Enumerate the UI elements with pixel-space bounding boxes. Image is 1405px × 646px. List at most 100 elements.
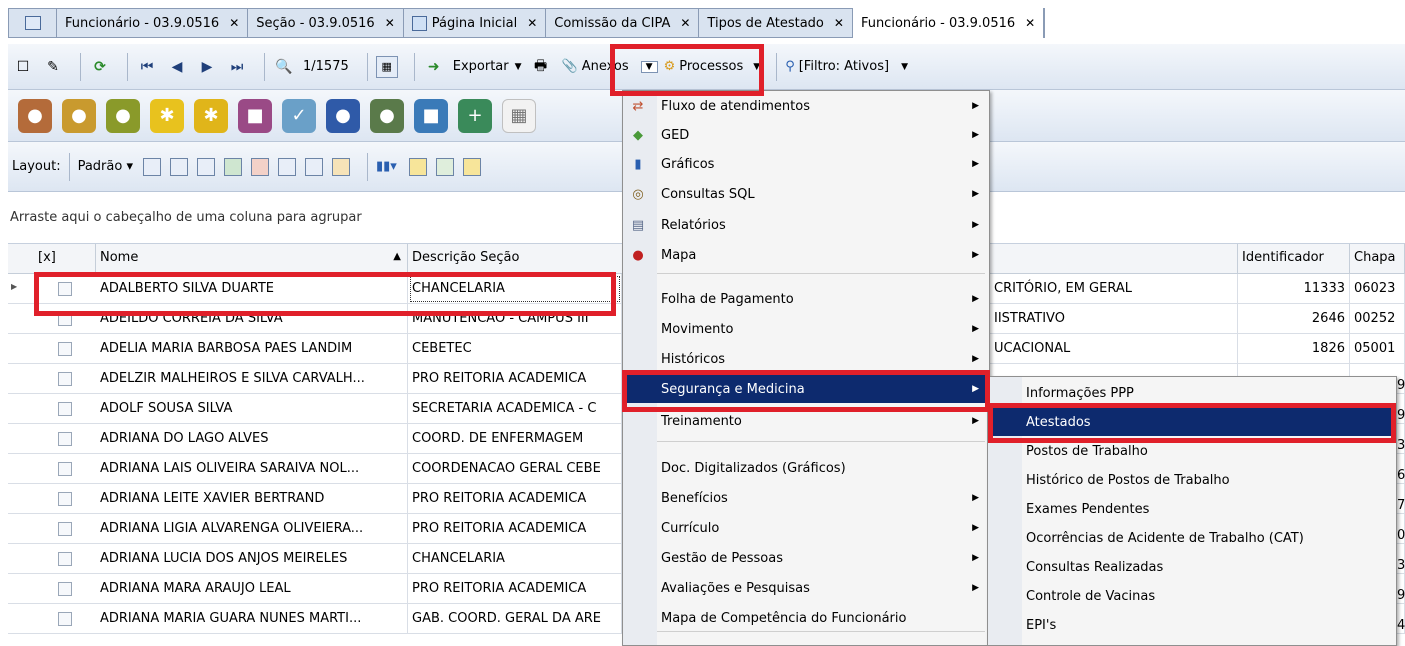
submenu-item-controle-de-vacinas[interactable]: Controle de Vacinas xyxy=(988,582,1396,610)
row-checkbox[interactable] xyxy=(58,402,72,416)
refresh-icon[interactable]: ⟳ xyxy=(89,56,111,78)
submenu-item-atestados[interactable]: Atestados xyxy=(988,408,1396,436)
chevron-down-icon[interactable]: ▼ xyxy=(901,62,908,72)
tab-tipos-atestado[interactable]: Tipos de Atestado ✕ xyxy=(699,9,853,37)
row-checkbox[interactable] xyxy=(58,342,72,356)
close-icon[interactable]: ✕ xyxy=(1025,16,1035,30)
edit-record-icon[interactable]: ✎ xyxy=(42,56,64,78)
menu-item-movimento[interactable]: Movimento ▶ xyxy=(623,315,989,343)
filter-button[interactable]: [Filtro: Ativos] xyxy=(799,59,889,74)
tab-pagina-inicial[interactable]: Página Inicial ✕ xyxy=(404,9,547,37)
layout-export-icon[interactable] xyxy=(251,157,269,176)
tab-comissao-cipa[interactable]: Comissão da CIPA ✕ xyxy=(546,9,700,37)
layout-import-icon[interactable] xyxy=(224,157,242,176)
layout-columns-icon[interactable] xyxy=(197,157,215,176)
row-checkbox[interactable] xyxy=(58,432,72,446)
next-record-icon[interactable]: ▶ xyxy=(196,56,218,78)
menu-item-gestao-de-pessoas[interactable]: Gestão de Pessoas ▶ xyxy=(623,543,989,573)
menu-item-mapa[interactable]: ● Mapa ▶ xyxy=(623,241,989,269)
submenu-item-consultas-realizadas[interactable]: Consultas Realizadas xyxy=(988,553,1396,581)
layout-grid-icon[interactable] xyxy=(170,157,188,176)
row-checkbox[interactable] xyxy=(58,372,72,386)
group-by-hint: Arraste aqui o cabeçalho de uma coluna p… xyxy=(10,210,362,225)
close-icon[interactable]: ✕ xyxy=(680,16,690,30)
menu-item-avaliacoes-e-pesquisas[interactable]: Avaliações e Pesquisas ▶ xyxy=(623,573,989,603)
row-checkbox[interactable] xyxy=(58,582,72,596)
window-list-tab[interactable] xyxy=(9,9,57,37)
view-detail-icon[interactable] xyxy=(462,157,481,176)
row-checkbox[interactable] xyxy=(58,612,72,626)
column-header-chapa[interactable]: Chapa xyxy=(1350,244,1405,274)
menu-item-historicos[interactable]: Históricos ▶ xyxy=(623,345,989,373)
calendar-icon[interactable]: ▦ xyxy=(502,98,536,133)
submenu-item-historico-de-postos-de-trabalho[interactable]: Histórico de Postos de Trabalho xyxy=(988,466,1396,494)
anexos-dropdown-button[interactable]: ▼ xyxy=(640,60,658,73)
car-icon[interactable]: ● xyxy=(326,98,360,133)
submenu-item-postos-de-trabalho[interactable]: Postos de Trabalho xyxy=(988,437,1396,465)
row-checkbox[interactable] xyxy=(58,312,72,326)
grid-view-icon[interactable]: ▦ xyxy=(375,55,398,78)
new-record-icon[interactable]: ☐ xyxy=(12,56,34,78)
close-icon[interactable]: ✕ xyxy=(229,16,239,30)
row-checkbox[interactable] xyxy=(58,492,72,506)
coins-icon[interactable]: ● xyxy=(62,98,96,133)
tab-secao[interactable]: Seção - 03.9.0516 ✕ xyxy=(248,9,404,37)
monitor-icon[interactable]: ■ xyxy=(414,98,448,133)
row-checkbox[interactable] xyxy=(58,282,72,296)
menu-item-graficos[interactable]: ▮ Gráficos ▶ xyxy=(623,150,989,178)
menu-item-folha-de-pagamento[interactable]: Folha de Pagamento ▶ xyxy=(623,285,989,313)
menu-item-fluxo-de-atendimentos[interactable]: ⇄ Fluxo de atendimentos ▶ xyxy=(623,92,989,120)
menu-item-mapa-de-competencia-do-funcionario[interactable]: Mapa de Competência do Funcionário xyxy=(623,603,989,633)
column-header-identificador[interactable]: Identificador xyxy=(1238,244,1350,274)
submenu-item-informacoes-ppp[interactable]: Informações PPP xyxy=(988,379,1396,407)
row-checkbox[interactable] xyxy=(58,462,72,476)
column-header-select[interactable]: [x] xyxy=(8,244,96,274)
chevron-down-icon[interactable]: ▼ xyxy=(753,62,760,72)
processos-button[interactable]: Processos xyxy=(679,59,743,74)
padrao-dropdown[interactable]: Padrão ▾ xyxy=(78,159,133,174)
last-record-icon[interactable]: ⏭ xyxy=(226,56,248,78)
tab-funcionario-active[interactable]: Funcionário - 03.9.0516 ✕ xyxy=(852,8,1045,38)
submenu-item-ocorrencias-de-acidente-de-trabalho-cat[interactable]: Ocorrências de Acidente de Trabalho (CAT… xyxy=(988,524,1396,552)
view-list-icon[interactable] xyxy=(435,157,454,176)
person-remove-icon[interactable]: ● xyxy=(18,98,52,133)
person-add-icon[interactable]: + xyxy=(458,98,492,133)
menu-item-curriculo[interactable]: Currículo ▶ xyxy=(623,513,989,543)
chevron-down-icon[interactable]: ▼ xyxy=(515,62,522,72)
chart-icon[interactable]: ▮▮▾ xyxy=(376,159,397,174)
export-icon[interactable]: ➜ xyxy=(423,56,445,78)
menu-item-consultas-sql[interactable]: ◎ Consultas SQL ▶ xyxy=(623,180,989,208)
layout-table-icon[interactable] xyxy=(278,157,296,176)
close-icon[interactable]: ✕ xyxy=(385,16,395,30)
previous-record-icon[interactable]: ◀ xyxy=(166,56,188,78)
close-icon[interactable]: ✕ xyxy=(834,16,844,30)
view-card-icon[interactable] xyxy=(408,157,427,176)
menu-item-ged[interactable]: ◆ GED ▶ xyxy=(623,121,989,149)
tab-funcionario-1[interactable]: Funcionário - 03.9.0516 ✕ xyxy=(57,9,249,37)
star-add-icon[interactable]: ✱ xyxy=(194,98,228,133)
row-checkbox[interactable] xyxy=(58,552,72,566)
column-header-nome[interactable]: Nome ▲ xyxy=(96,244,408,274)
find-icon[interactable]: 🔍 xyxy=(273,56,295,78)
first-record-icon[interactable]: ⏮ xyxy=(136,56,158,78)
person-money-icon[interactable]: ● xyxy=(106,98,140,133)
document-check-icon[interactable]: ✓ xyxy=(282,98,316,133)
submenu-item-epi-s[interactable]: EPI's xyxy=(988,611,1396,639)
menu-item-relatorios[interactable]: ▤ Relatórios ▶ xyxy=(623,211,989,239)
close-icon[interactable]: ✕ xyxy=(527,16,537,30)
star-icon[interactable]: ✱ xyxy=(150,98,184,133)
menu-item-treinamento[interactable]: Treinamento ▶ xyxy=(623,407,989,435)
anexos-button[interactable]: 📎 Anexos xyxy=(562,59,629,74)
row-checkbox[interactable] xyxy=(58,522,72,536)
menu-item-beneficios[interactable]: Benefícios ▶ xyxy=(623,483,989,513)
layout-save-icon[interactable] xyxy=(143,157,161,176)
menu-item-seguranca-e-medicina[interactable]: Segurança e Medicina ▶ xyxy=(623,375,989,403)
print-icon[interactable]: 🖶 xyxy=(530,56,552,78)
book-icon[interactable]: ■ xyxy=(238,98,272,133)
submenu-item-exames-pendentes[interactable]: Exames Pendentes xyxy=(988,495,1396,523)
layout-sigma-icon[interactable] xyxy=(305,157,323,176)
export-button[interactable]: Exportar xyxy=(453,59,509,74)
layout-edit-icon[interactable] xyxy=(332,157,350,176)
people-icon[interactable]: ● xyxy=(370,98,404,133)
menu-item-doc-digitalizados-graficos[interactable]: Doc. Digitalizados (Gráficos) xyxy=(623,453,989,483)
